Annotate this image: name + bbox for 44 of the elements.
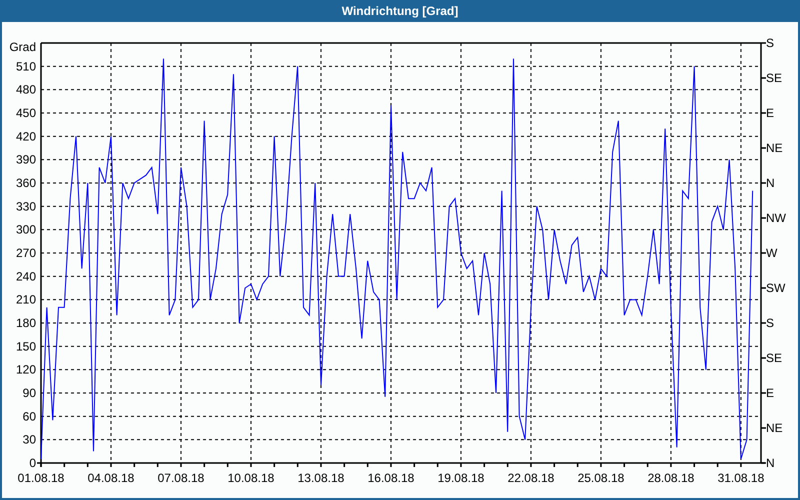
tick-label: 300 <box>16 222 36 237</box>
tick-label: 210 <box>16 292 36 307</box>
direction-label: NE <box>766 421 783 435</box>
tick-label: 360 <box>16 176 36 190</box>
direction-label: N <box>766 456 775 470</box>
tick-label: 0 <box>29 456 36 470</box>
tick-label: 04.08.18 <box>88 471 134 485</box>
direction-label: SE <box>766 351 782 365</box>
direction-label: W <box>766 246 778 260</box>
tick-label: 07.08.18 <box>158 471 204 485</box>
tick-label: 30 <box>22 432 36 447</box>
tick-label: 31.08.18 <box>718 471 764 485</box>
tick-label: 22.08.18 <box>508 471 554 485</box>
tick-label: 25.08.18 <box>578 471 624 485</box>
direction-label: SE <box>766 71 782 85</box>
tick-label: 16.08.18 <box>368 471 414 485</box>
direction-label: SW <box>766 281 786 295</box>
tick-label: 180 <box>16 316 36 330</box>
tick-label: 13.08.18 <box>298 471 344 485</box>
tick-label: 450 <box>16 106 36 120</box>
direction-label: E <box>766 386 774 400</box>
tick-label: 150 <box>16 339 36 354</box>
tick-label: 330 <box>16 199 36 214</box>
tick-label: 510 <box>16 59 36 74</box>
direction-label: NE <box>766 141 783 155</box>
tick-label: 90 <box>22 386 36 400</box>
tick-label: 10.08.18 <box>228 471 274 485</box>
direction-label: E <box>766 106 774 120</box>
tick-label: 420 <box>16 129 36 144</box>
tick-label: 480 <box>16 82 36 97</box>
tick-label: 120 <box>16 362 36 377</box>
direction-label: N <box>766 176 775 190</box>
direction-label: NW <box>766 211 786 225</box>
tick-label: 60 <box>22 409 36 424</box>
tick-label: 240 <box>16 269 36 284</box>
axis-label: Grad <box>9 40 36 54</box>
tick-label: 28.08.18 <box>648 471 694 485</box>
direction-label: S <box>766 36 774 50</box>
tick-label: 19.08.18 <box>438 471 484 485</box>
direction-label: S <box>766 316 774 330</box>
tick-label: 270 <box>16 246 36 260</box>
window-title: Windrichtung [Grad] <box>342 4 458 18</box>
tick-label: 390 <box>16 152 36 167</box>
tick-label: 01.08.18 <box>18 471 64 485</box>
